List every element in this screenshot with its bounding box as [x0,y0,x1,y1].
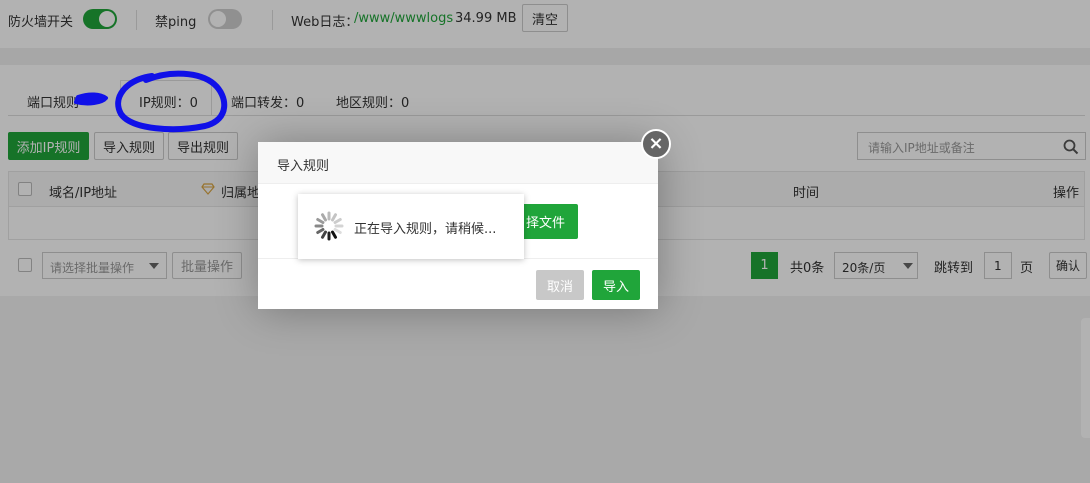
loading-spinner-icon [314,211,344,241]
modal-title: 导入规则 [277,159,330,174]
cancel-button[interactable]: 取消 [536,270,584,300]
modal-header: 导入规则 [258,142,658,184]
import-button[interactable]: 导入 [592,270,640,300]
loading-message: 正在导入规则，请稍候... [354,222,497,237]
close-icon[interactable]: × [641,129,671,159]
loading-toast: 正在导入规则，请稍候... [298,194,524,259]
